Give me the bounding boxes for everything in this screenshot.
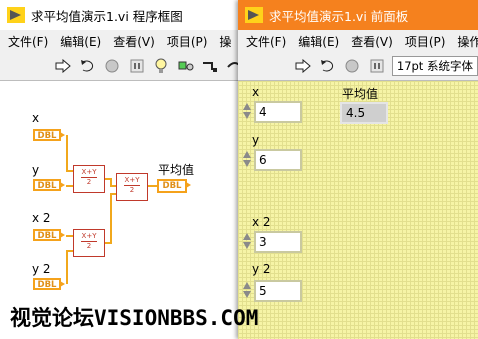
- abort-icon[interactable]: [343, 56, 361, 76]
- y-input[interactable]: 6: [254, 149, 302, 171]
- run-arrow-icon[interactable]: [294, 56, 312, 76]
- formula-numerator: X+Y: [80, 232, 98, 242]
- run-continuously-icon[interactable]: [79, 56, 98, 76]
- block-diagram-titlebar[interactable]: 求平均值演示1.vi 程序框图: [0, 0, 250, 30]
- formula-node-3[interactable]: X+Y 2: [116, 173, 148, 201]
- y2-label: y 2: [32, 262, 51, 276]
- formula-node-2[interactable]: X+Y 2: [73, 229, 105, 257]
- y2-terminal[interactable]: DBL: [33, 278, 65, 290]
- formula-denominator: 2: [86, 242, 92, 250]
- front-panel-canvas[interactable]: x 4 y 6 x 2 3 y 2 5 平均值 4.5: [238, 80, 478, 339]
- y-terminal[interactable]: DBL: [33, 179, 65, 191]
- y2-control-label: y 2: [252, 262, 271, 276]
- menu-project[interactable]: 项目(P): [405, 33, 446, 50]
- y-control-label: y: [252, 133, 260, 147]
- font-selector-value: 17pt 系统字体: [396, 59, 473, 73]
- front-panel-title: 求平均值演示1.vi 前面板: [269, 8, 409, 24]
- average-label: 平均值: [158, 163, 195, 177]
- labview-vi-icon: [7, 7, 25, 23]
- front-panel-window: 求平均值演示1.vi 前面板 文件(F) 编辑(E) 查看(V) 项目(P) 操…: [238, 0, 478, 339]
- x-label: x: [32, 111, 40, 125]
- average-terminal[interactable]: DBL: [157, 179, 191, 193]
- formula-numerator: X+Y: [123, 176, 141, 186]
- average-indicator: 4.5: [340, 102, 388, 124]
- formula-denominator: 2: [86, 178, 92, 186]
- menu-view[interactable]: 查看(V): [113, 33, 155, 50]
- formula-node-1[interactable]: X+Y 2: [73, 165, 105, 193]
- average-indicator-label: 平均值: [342, 87, 379, 101]
- y-label: y: [32, 163, 40, 177]
- wire-x: [66, 135, 68, 171]
- wire-y2: [66, 250, 68, 284]
- x2-control-label: x 2: [252, 215, 271, 229]
- formula-numerator: X+Y: [80, 168, 98, 178]
- x-increment-decrement[interactable]: [242, 101, 252, 125]
- x2-label: x 2: [32, 211, 51, 225]
- menu-operate[interactable]: 操作: [457, 33, 478, 50]
- menu-file[interactable]: 文件(F): [8, 33, 48, 50]
- labview-vi-icon: [245, 7, 263, 23]
- pause-icon[interactable]: [367, 56, 385, 76]
- y2-increment-decrement[interactable]: [242, 280, 252, 304]
- y-increment-decrement[interactable]: [242, 149, 252, 173]
- x2-increment-decrement[interactable]: [242, 231, 252, 255]
- x-terminal[interactable]: DBL: [33, 129, 65, 141]
- block-diagram-toolbar: [0, 53, 250, 79]
- retain-wire-values-icon[interactable]: [177, 56, 196, 76]
- menu-edit[interactable]: 编辑(E): [298, 33, 339, 50]
- x2-input[interactable]: 3: [254, 231, 302, 253]
- y2-input[interactable]: 5: [254, 280, 302, 302]
- x-control-label: x: [252, 85, 260, 99]
- pause-icon[interactable]: [128, 56, 147, 76]
- font-selector[interactable]: 17pt 系统字体: [391, 56, 478, 76]
- menu-file[interactable]: 文件(F): [246, 33, 286, 50]
- menu-edit[interactable]: 编辑(E): [60, 33, 101, 50]
- block-diagram-title: 求平均值演示1.vi 程序框图: [31, 8, 183, 24]
- run-arrow-icon[interactable]: [54, 56, 73, 76]
- run-continuously-icon[interactable]: [318, 56, 336, 76]
- menu-view[interactable]: 查看(V): [351, 33, 393, 50]
- block-diagram-canvas[interactable]: x DBL y DBL x 2 DBL y 2 DBL X+Y 2 X+Y 2 X+…: [0, 80, 250, 339]
- front-panel-titlebar[interactable]: 求平均值演示1.vi 前面板: [238, 0, 478, 30]
- menu-project[interactable]: 项目(P): [167, 33, 208, 50]
- step-into-icon[interactable]: [201, 56, 220, 76]
- highlight-execution-icon[interactable]: [152, 56, 171, 76]
- menu-operate[interactable]: 操: [219, 33, 231, 50]
- x-input[interactable]: 4: [254, 101, 302, 123]
- block-diagram-menubar: 文件(F) 编辑(E) 查看(V) 项目(P) 操: [0, 30, 250, 52]
- x2-terminal[interactable]: DBL: [33, 229, 65, 241]
- abort-icon[interactable]: [103, 56, 122, 76]
- front-panel-menubar: 文件(F) 编辑(E) 查看(V) 项目(P) 操作: [238, 30, 478, 52]
- formula-denominator: 2: [129, 186, 135, 194]
- block-diagram-window: 求平均值演示1.vi 程序框图 文件(F) 编辑(E) 查看(V) 项目(P) …: [0, 0, 250, 339]
- wire-node2-vertical: [110, 193, 112, 244]
- watermark-text: 视觉论坛VISIONBBS.COM: [10, 306, 259, 330]
- front-panel-toolbar: 17pt 系统字体: [238, 53, 478, 79]
